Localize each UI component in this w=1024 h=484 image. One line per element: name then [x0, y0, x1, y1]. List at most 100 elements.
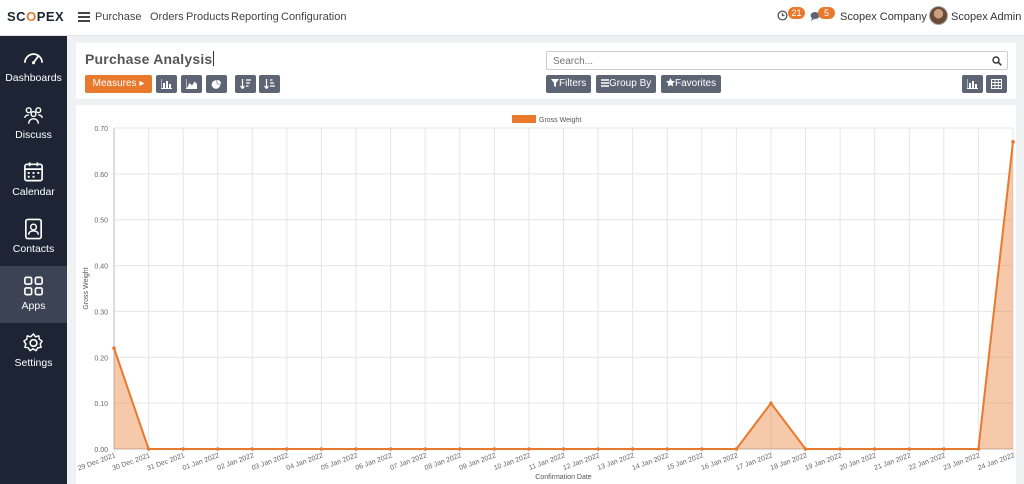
sort-ascending-button[interactable]	[259, 75, 280, 93]
y-tick-label: 0.00	[94, 447, 108, 454]
legend-label: Gross Weight	[539, 117, 581, 124]
line-chart-button[interactable]	[181, 75, 202, 93]
graph-view-button[interactable]	[962, 75, 983, 93]
sidebar-item-settings[interactable]: Settings	[0, 323, 67, 380]
x-tick-label: 21 Jan 2022	[873, 452, 912, 472]
x-tick-label: 14 Jan 2022	[631, 452, 670, 472]
data-point	[319, 447, 324, 451]
sort-ascending-icon	[264, 79, 275, 89]
company-switcher[interactable]: Scopex Company	[840, 11, 927, 23]
data-point	[492, 447, 497, 451]
x-axis-title: Confirmation Date	[535, 474, 592, 481]
y-tick-label: 0.20	[94, 355, 108, 362]
sidebar-item-label: Calendar	[12, 186, 55, 198]
x-tick-label: 02 Jan 2022	[216, 452, 255, 472]
bar-chart-button[interactable]	[156, 75, 177, 93]
group-by-button[interactable]: Group By	[596, 75, 657, 93]
x-tick-label: 13 Jan 2022	[597, 452, 636, 472]
y-tick-label: 0.10	[94, 401, 108, 408]
data-point	[215, 447, 220, 451]
data-point	[285, 447, 289, 451]
data-point	[976, 447, 981, 451]
pivot-view-button[interactable]	[986, 75, 1007, 93]
hamburger-menu-icon[interactable]	[78, 12, 90, 22]
search-icon[interactable]	[992, 56, 1002, 66]
x-tick-label: 18 Jan 2022	[770, 452, 809, 472]
control-panel: Purchase Analysis Measures ▸ Filters Gro…	[76, 43, 1016, 99]
x-tick-label: 11 Jan 2022	[528, 452, 566, 472]
search-bar	[546, 51, 1008, 70]
sidebar-item-dashboards[interactable]: Dashboards	[0, 38, 67, 95]
user-avatar[interactable]	[929, 6, 948, 25]
favorites-button[interactable]: Favorites	[661, 75, 722, 93]
table-grid-icon	[991, 79, 1002, 89]
data-point	[112, 346, 116, 350]
sidebar-item-calendar[interactable]: Calendar	[0, 152, 67, 209]
data-point	[803, 447, 808, 451]
messages-button[interactable]: 5	[810, 7, 836, 24]
menu-reporting[interactable]: Reporting	[231, 11, 279, 23]
company-logo[interactable]: SCOPEX	[7, 9, 64, 24]
menu-orders[interactable]: Orders	[150, 11, 184, 23]
x-tick-label: 29 Dec 2021	[77, 452, 117, 472]
sidebar-item-apps[interactable]: Apps	[0, 266, 67, 323]
sort-descending-button[interactable]	[235, 75, 256, 93]
x-tick-label: 23 Jan 2022	[942, 452, 981, 472]
clock-icon	[777, 10, 788, 21]
sidebar-item-contacts[interactable]: Contacts	[0, 209, 67, 266]
data-point	[665, 447, 670, 451]
x-tick-label: 22 Jan 2022	[908, 452, 947, 472]
pie-chart-button[interactable]	[206, 75, 227, 93]
data-point	[354, 447, 358, 451]
data-point	[250, 447, 255, 451]
x-tick-label: 10 Jan 2022	[493, 452, 532, 472]
data-point	[423, 447, 427, 451]
x-tick-label: 03 Jan 2022	[251, 452, 290, 472]
data-point	[146, 447, 151, 451]
menu-configuration[interactable]: Configuration	[281, 11, 346, 23]
x-tick-label: 05 Jan 2022	[320, 452, 359, 472]
menu-products[interactable]: Products	[186, 11, 229, 23]
data-point	[872, 447, 877, 451]
y-tick-label: 0.50	[94, 218, 108, 225]
x-tick-label: 31 Dec 2021	[146, 452, 186, 472]
y-tick-label: 0.60	[94, 172, 108, 179]
people-icon	[24, 107, 43, 124]
data-point	[596, 447, 600, 451]
user-menu[interactable]: Scopex Admin	[951, 11, 1021, 23]
filters-button[interactable]: Filters	[546, 75, 592, 93]
list-icon	[601, 79, 609, 87]
y-tick-label: 0.30	[94, 309, 108, 316]
x-tick-label: 15 Jan 2022	[666, 452, 705, 472]
data-point	[700, 447, 704, 451]
pie-chart-icon	[211, 79, 222, 89]
data-point	[561, 447, 566, 451]
sidebar-item-label: Settings	[14, 357, 53, 369]
page-title: Purchase Analysis	[85, 51, 215, 67]
search-input[interactable]	[553, 54, 973, 68]
app-name[interactable]: Purchase	[95, 11, 141, 23]
activity-button[interactable]: 21	[777, 7, 805, 24]
top-navbar: SCOPEX Purchase Orders Products Reportin…	[0, 0, 1024, 36]
sort-descending-icon	[240, 79, 251, 89]
x-tick-label: 04 Jan 2022	[286, 452, 325, 472]
activity-count-badge: 21	[788, 7, 805, 19]
measures-button[interactable]: Measures ▸	[85, 75, 152, 93]
x-tick-label: 19 Jan 2022	[804, 452, 843, 472]
calendar-icon	[24, 162, 43, 182]
area-chart-icon	[186, 79, 197, 89]
sidebar-item-discuss[interactable]: Discuss	[0, 95, 67, 152]
x-tick-label: 08 Jan 2022	[424, 452, 463, 472]
gear-icon	[23, 333, 43, 352]
sidebar-item-label: Apps	[21, 300, 46, 312]
x-tick-label: 12 Jan 2022	[562, 452, 601, 472]
data-point	[388, 447, 393, 451]
bar-chart-icon	[967, 79, 978, 89]
x-tick-label: 17 Jan 2022	[735, 452, 774, 472]
sidebar-item-label: Dashboards	[5, 72, 62, 84]
x-tick-label: 30 Dec 2021	[112, 452, 152, 472]
sidebar-item-label: Contacts	[12, 243, 55, 255]
y-tick-label: 0.70	[94, 126, 108, 133]
contacts-icon	[25, 218, 42, 240]
data-point	[457, 447, 462, 451]
